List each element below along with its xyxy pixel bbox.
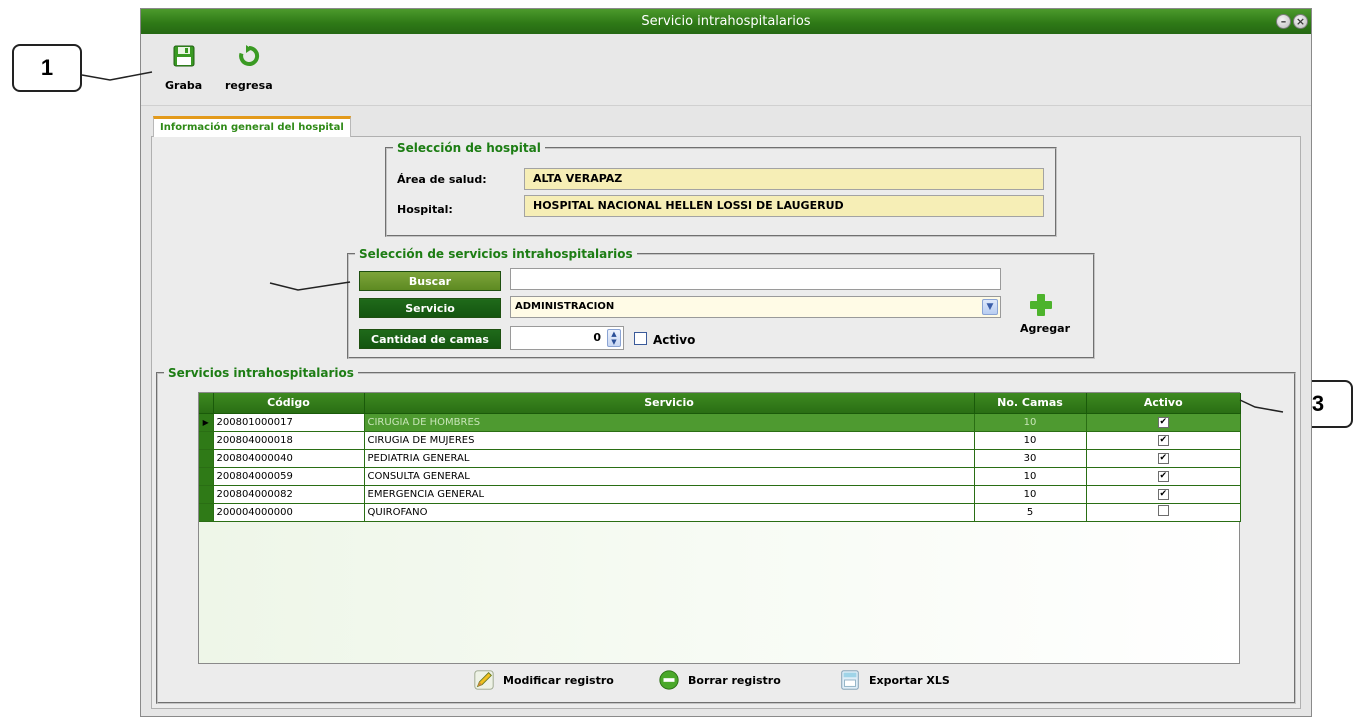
area-field: ALTA VERAPAZ: [524, 168, 1044, 190]
cell-code: 200004000000: [213, 503, 365, 522]
active-checkbox[interactable]: [634, 332, 647, 345]
export-icon: [841, 670, 859, 690]
cell-service: CONSULTA GENERAL: [364, 467, 975, 486]
table-row[interactable]: 200804000040 PEDIATRIA GENERAL 30 ✔: [199, 449, 1241, 468]
table-row[interactable]: 200804000082 EMERGENCIA GENERAL 10 ✔: [199, 485, 1241, 504]
save-icon: [173, 45, 195, 67]
active-label: Activo: [653, 333, 696, 347]
active-checkbox-cell[interactable]: ✔: [1157, 435, 1169, 446]
service-select[interactable]: ADMINISTRACION ▼: [510, 296, 1001, 318]
cell-service: EMERGENCIA GENERAL: [364, 485, 975, 504]
column-header-beds[interactable]: No. Camas: [974, 393, 1087, 414]
close-icon[interactable]: ×: [1293, 14, 1308, 29]
pencil-icon: [474, 670, 494, 690]
cell-beds: 5: [974, 503, 1087, 522]
cell-active[interactable]: [1086, 503, 1241, 522]
cell-active[interactable]: ✔: [1086, 431, 1241, 450]
services-grid[interactable]: Código Servicio No. Camas Activo ▶ 200801…: [198, 392, 1241, 664]
save-label: Graba: [165, 79, 203, 92]
services-list-legend: Servicios intrahospitalarios: [168, 366, 354, 380]
minimize-icon[interactable]: –: [1276, 14, 1291, 29]
hospital-field: HOSPITAL NACIONAL HELLEN LOSSI DE LAUGER…: [524, 195, 1044, 217]
cell-code: 200804000059: [213, 467, 365, 486]
hospital-selection-legend: Selección de hospital: [397, 141, 541, 155]
area-label: Área de salud:: [397, 173, 487, 186]
add-icon[interactable]: [1029, 293, 1053, 317]
active-checkbox-cell[interactable]: ✔: [1157, 453, 1169, 464]
cell-active[interactable]: ✔: [1086, 467, 1241, 486]
grid-header-row: Código Servicio No. Camas Activo: [199, 393, 1241, 414]
chevron-down-icon[interactable]: ▼: [982, 299, 998, 315]
tab-general-info[interactable]: Información general del hospital: [153, 116, 351, 137]
beds-value: 0: [593, 331, 601, 344]
delete-record-button[interactable]: Borrar registro: [658, 669, 781, 691]
modify-record-label: Modificar registro: [503, 673, 614, 687]
active-checkbox-cell[interactable]: ✔: [1157, 489, 1169, 500]
beds-stepper[interactable]: 0 ▲ ▼: [510, 326, 624, 350]
stepper-arrows-icon[interactable]: ▲ ▼: [607, 329, 621, 347]
search-button[interactable]: Buscar: [359, 271, 501, 291]
row-selector[interactable]: [199, 449, 214, 468]
cell-code: 200804000018: [213, 431, 365, 450]
export-xls-button[interactable]: Exportar XLS: [839, 669, 950, 691]
row-selector[interactable]: ▶: [199, 413, 214, 432]
cell-service: QUIROFANO: [364, 503, 975, 522]
cell-beds: 10: [974, 413, 1087, 432]
row-selector[interactable]: [199, 485, 214, 504]
app-window: Servicio intrahospitalarios – × Graba re…: [140, 8, 1312, 717]
cell-beds: 10: [974, 431, 1087, 450]
cell-code: 200804000082: [213, 485, 365, 504]
modify-record-button[interactable]: Modificar registro: [473, 669, 614, 691]
column-header-service[interactable]: Servicio: [364, 393, 975, 414]
cell-active[interactable]: ✔: [1086, 413, 1241, 432]
save-button[interactable]: Graba: [165, 44, 202, 92]
cell-service: CIRUGIA DE MUJERES: [364, 431, 975, 450]
table-row[interactable]: 200004000000 QUIROFANO 5: [199, 503, 1241, 522]
cell-beds: 30: [974, 449, 1087, 468]
table-row[interactable]: 200804000059 CONSULTA GENERAL 10 ✔: [199, 467, 1241, 486]
back-button[interactable]: regresa: [225, 44, 273, 92]
cell-beds: 10: [974, 467, 1087, 486]
cell-active[interactable]: ✔: [1086, 449, 1241, 468]
cell-service: CIRUGIA DE HOMBRES: [364, 413, 975, 432]
service-button[interactable]: Servicio: [359, 298, 501, 318]
delete-icon: [659, 670, 679, 690]
row-selector[interactable]: [199, 467, 214, 486]
back-label: regresa: [225, 79, 273, 92]
callout-1: 1: [12, 44, 82, 92]
hospital-label: Hospital:: [397, 203, 453, 216]
row-selector[interactable]: [199, 431, 214, 450]
column-header-active[interactable]: Activo: [1086, 393, 1241, 414]
delete-record-label: Borrar registro: [688, 673, 781, 687]
table-row[interactable]: 200804000018 CIRUGIA DE MUJERES 10 ✔: [199, 431, 1241, 450]
table-row[interactable]: ▶ 200801000017 CIRUGIA DE HOMBRES 10 ✔: [199, 413, 1241, 432]
service-selection-legend: Selección de servicios intrahospitalario…: [359, 247, 633, 261]
active-checkbox-cell[interactable]: [1157, 505, 1169, 516]
column-header-code[interactable]: Código: [213, 393, 365, 414]
service-select-value: ADMINISTRACION: [515, 301, 615, 312]
cell-active[interactable]: ✔: [1086, 485, 1241, 504]
cell-service: PEDIATRIA GENERAL: [364, 449, 975, 468]
active-checkbox-cell[interactable]: ✔: [1157, 417, 1169, 428]
window-title: Servicio intrahospitalarios: [641, 14, 811, 29]
active-checkbox-cell[interactable]: ✔: [1157, 471, 1169, 482]
toolbar: Graba regresa: [141, 34, 1311, 106]
cell-beds: 10: [974, 485, 1087, 504]
search-input[interactable]: [510, 268, 1001, 290]
row-selector[interactable]: [199, 503, 214, 522]
refresh-icon: [238, 45, 259, 66]
beds-button: Cantidad de camas: [359, 329, 501, 349]
title-bar: Servicio intrahospitalarios – ×: [141, 9, 1311, 34]
export-xls-label: Exportar XLS: [869, 673, 950, 687]
row-header-cell: [199, 393, 214, 414]
cell-code: 200801000017: [213, 413, 365, 432]
cell-code: 200804000040: [213, 449, 365, 468]
add-button[interactable]: Agregar: [1020, 322, 1070, 335]
